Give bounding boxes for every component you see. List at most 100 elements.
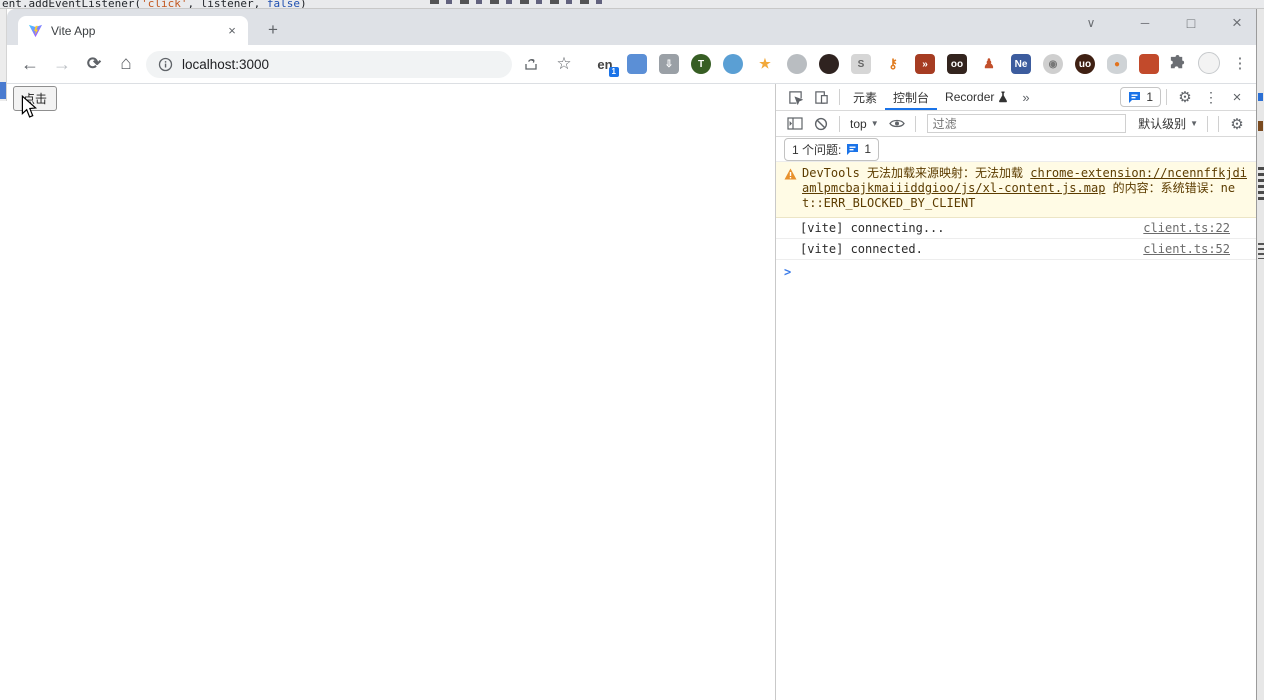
nav-icons: ← → ⟳ ⌂ — [17, 45, 139, 83]
page-viewport: 点击 — [7, 84, 775, 700]
separator — [915, 116, 916, 132]
issues-label: 1 个问题: — [792, 141, 841, 158]
download-extension-icon[interactable]: ⇩ — [659, 54, 679, 74]
console-filter-input[interactable] — [927, 114, 1126, 133]
log-text: [vite] connecting... — [800, 221, 945, 235]
live-expression-eye-icon[interactable] — [884, 113, 910, 135]
film-reel-extension-icon[interactable]: ◉ — [1043, 54, 1063, 74]
warning-text: DevTools 无法加载来源映射：无法加载 chrome-extension:… — [802, 166, 1248, 211]
tab-strip: Vite App × + ∨ ─ □ × — [7, 9, 1256, 45]
separator — [839, 116, 840, 132]
orange-key-extension-icon[interactable]: ⚷ — [883, 54, 903, 74]
log-levels-label: 默认级别 — [1138, 115, 1186, 132]
reload-icon[interactable]: ⟳ — [81, 51, 107, 77]
log-levels-selector[interactable]: 默认级别 ▼ — [1134, 115, 1202, 132]
warning-prefix: DevTools 无法加载来源映射：无法加载 — [802, 166, 1030, 180]
new-tab-button[interactable]: + — [260, 17, 286, 43]
console-log-row: [vite] connecting... client.ts:22 — [776, 218, 1256, 239]
fast-forward-extension-icon[interactable]: » — [915, 54, 935, 74]
context-label: top — [850, 117, 867, 131]
blue-ball-extension-icon[interactable] — [723, 54, 743, 74]
console-prompt[interactable]: > — [776, 260, 1256, 284]
console-sidebar-icon[interactable] — [782, 113, 808, 135]
mosaic-extension-icon[interactable] — [627, 54, 647, 74]
console-settings-icon[interactable]: ⚙ — [1224, 113, 1250, 135]
browser-menu-icon[interactable]: ⋮ — [1232, 54, 1248, 72]
clipped-fragment — [1258, 93, 1263, 101]
translate-extension-icon[interactable]: en1 — [595, 54, 615, 74]
background-blue-fragment — [0, 82, 6, 99]
device-toolbar-icon[interactable] — [808, 86, 834, 108]
issues-bar: 1 个问题: 1 — [776, 137, 1256, 162]
source-link[interactable]: client.ts:22 — [1143, 221, 1230, 235]
vite-logo-icon — [28, 23, 43, 38]
devtools-panel: 元素 控制台 Recorder » 1 ⚙ ⋮ × — [776, 84, 1256, 700]
tab-console[interactable]: 控制台 — [885, 84, 937, 110]
lamp-extension-icon[interactable] — [787, 54, 807, 74]
share-icon[interactable] — [519, 52, 543, 76]
tab-recorder[interactable]: Recorder — [937, 84, 1016, 110]
ne-extension-icon[interactable]: Ne — [1011, 54, 1031, 74]
right-edge-clipped-content — [1256, 9, 1264, 700]
code-segment: , listener, — [187, 0, 266, 9]
window-chevron-icon[interactable]: ∨ — [1078, 11, 1104, 35]
bookmark-star-icon[interactable]: ☆ — [552, 52, 576, 76]
green-shield-extension-icon[interactable]: T — [691, 54, 711, 74]
devtools-menu-icon[interactable]: ⋮ — [1198, 86, 1224, 108]
tab-elements[interactable]: 元素 — [845, 84, 885, 110]
pod-extension-icon[interactable]: ● — [1107, 54, 1127, 74]
console-messages: [vite] connecting...client.ts:22[vite] c… — [776, 218, 1256, 260]
issues-count: 1 — [1146, 90, 1153, 104]
issues-bubble-icon — [846, 143, 859, 155]
tab-title: Vite App — [51, 24, 224, 38]
address-bar[interactable]: localhost:3000 — [146, 51, 512, 78]
page-actions: ☆ — [519, 52, 576, 76]
flask-icon — [998, 91, 1008, 103]
issues-summary-button[interactable]: 1 个问题: 1 — [784, 138, 879, 161]
issues-bar-count: 1 — [864, 142, 871, 156]
issues-counter-button[interactable]: 1 — [1120, 87, 1161, 107]
tab-recorder-label: Recorder — [945, 90, 994, 104]
puzzle-extensions-icon[interactable] — [1169, 55, 1186, 72]
clipped-fragment — [1258, 121, 1263, 131]
panda-extension-icon[interactable] — [1139, 54, 1159, 74]
content-area: 点击 元素 — [7, 84, 1256, 700]
url-text[interactable]: localhost:3000 — [182, 57, 269, 72]
tab-vite-app[interactable]: Vite App × — [18, 16, 248, 45]
footprint-extension-icon[interactable] — [819, 54, 839, 74]
window-maximize-icon[interactable]: □ — [1178, 11, 1204, 35]
devtools-close-icon[interactable]: × — [1224, 86, 1250, 108]
devtools-settings-icon[interactable]: ⚙ — [1172, 86, 1198, 108]
extensions-row: en1 ⇩ T ★ S ⚷ » oo ♟ Ne ◉ uo ● — [595, 54, 1159, 74]
issues-bubble-icon — [1128, 91, 1141, 103]
goggles-extension-icon[interactable]: oo — [947, 54, 967, 74]
orange-star-extension-icon[interactable]: ★ — [755, 54, 775, 74]
home-icon[interactable]: ⌂ — [113, 51, 139, 77]
background-window-sliver: ent.addEventListener('click', listener, … — [0, 0, 1264, 9]
back-icon[interactable]: ← — [17, 51, 43, 77]
s-letter-extension-icon[interactable]: S — [851, 54, 871, 74]
window-close-icon[interactable]: × — [1224, 11, 1250, 35]
more-tabs-icon[interactable]: » — [1016, 90, 1035, 105]
profile-avatar[interactable] — [1198, 52, 1220, 74]
tab-close-icon[interactable]: × — [224, 23, 240, 39]
console-toolbar: top ▼ 默认级别 ▼ ⚙ — [776, 111, 1256, 137]
source-link[interactable]: client.ts:52 — [1143, 242, 1230, 256]
console-warning-message: DevTools 无法加载来源映射：无法加载 chrome-extension:… — [776, 162, 1256, 218]
dark-shield-extension-icon[interactable]: uo — [1075, 54, 1095, 74]
warning-triangle-icon — [784, 166, 802, 211]
log-text: [vite] connected. — [800, 242, 923, 256]
orange-figure-extension-icon[interactable]: ♟ — [979, 54, 999, 74]
window-minimize-icon[interactable]: ─ — [1132, 11, 1158, 35]
toolbar-trailing: ⋮ — [1169, 52, 1248, 74]
clear-console-icon[interactable] — [808, 113, 834, 135]
inspect-element-icon[interactable] — [782, 86, 808, 108]
separator — [1166, 89, 1167, 105]
mouse-cursor — [20, 95, 38, 119]
chevron-down-icon: ▼ — [871, 119, 879, 128]
site-info-icon[interactable] — [158, 57, 173, 72]
separator — [1207, 116, 1208, 132]
context-selector[interactable]: top ▼ — [845, 117, 884, 131]
chevron-down-icon: ▼ — [1190, 119, 1198, 128]
window-controls: ∨ ─ □ × — [1078, 11, 1250, 35]
